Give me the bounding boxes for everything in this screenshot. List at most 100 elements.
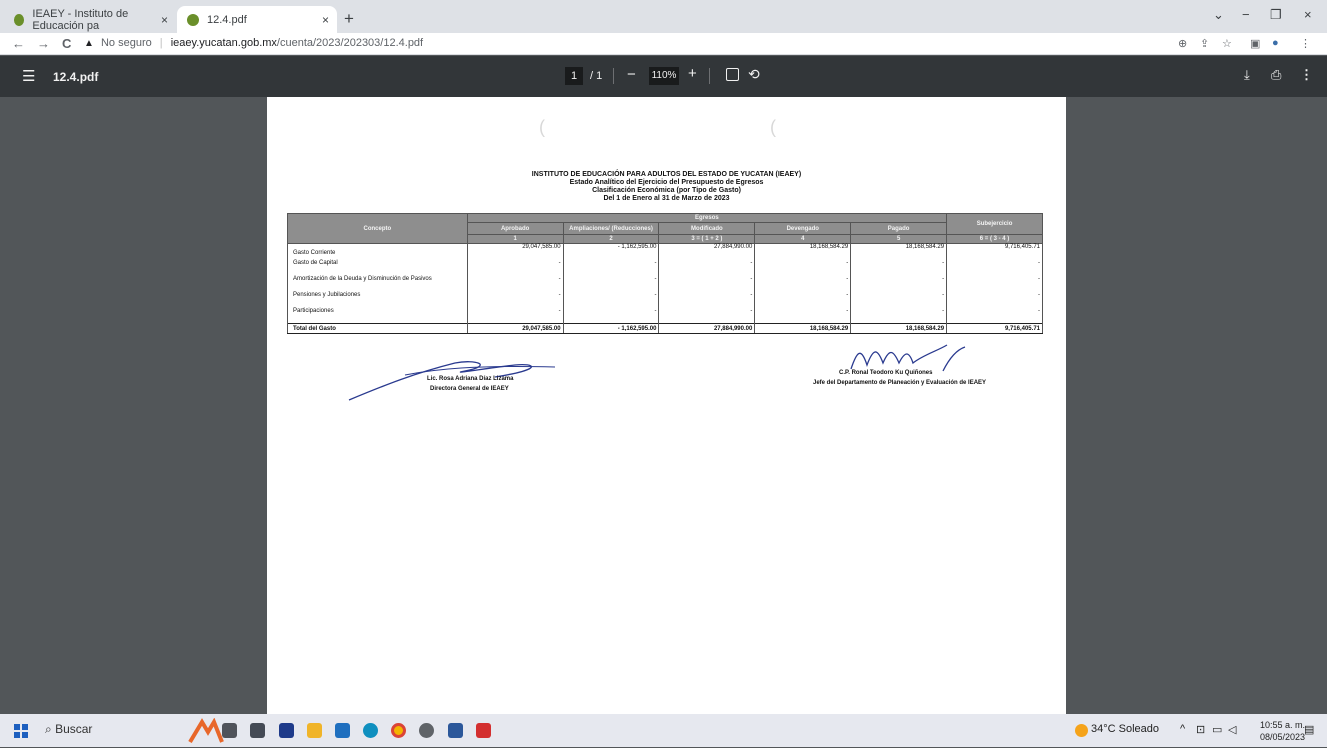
bookmark-star-icon[interactable]: ☆ — [1222, 37, 1232, 50]
cell: - — [658, 307, 756, 324]
signer-right-name: C.P. Ronal Teodoro Ku Quiñones — [839, 370, 933, 376]
document-period: Del 1 de Enero al 31 de Marzo de 2023 — [603, 195, 730, 202]
fit-page-icon[interactable] — [726, 68, 739, 81]
hole-punch-mark: ( — [539, 117, 545, 137]
cell: - — [850, 259, 948, 276]
search-highlight-icon[interactable] — [188, 717, 224, 744]
security-status[interactable]: No seguro — [101, 37, 152, 49]
cell: - — [658, 275, 756, 292]
hole-punch-mark: ( — [770, 117, 776, 137]
cell: 29,047,585.00 — [466, 243, 564, 260]
page-number-input[interactable]: 1 — [565, 67, 583, 85]
taskbar: ⌕ Buscar 34°C Soleado ^ ⊡ ▭ ◁ 10:55 a. m… — [0, 714, 1327, 747]
clock-time: 10:55 a. m. — [1260, 720, 1306, 730]
zoom-level-input[interactable]: 110% — [649, 67, 679, 85]
windows-start-icon[interactable] — [14, 724, 28, 738]
header-concepto: Concepto — [287, 213, 468, 244]
menu-icon[interactable]: ☰ — [22, 67, 35, 85]
more-actions-icon[interactable]: ⋮ — [1300, 67, 1313, 83]
cell: - — [754, 307, 852, 324]
table-row: Pensiones y Jubilaciones - - - - - - — [287, 291, 1043, 308]
header-modificado: Modificado — [658, 222, 756, 235]
reload-icon[interactable]: C — [62, 36, 71, 51]
share-icon[interactable]: ⇪ — [1200, 37, 1209, 50]
close-window-icon[interactable]: × — [1304, 7, 1312, 22]
acrobat-icon[interactable] — [476, 723, 491, 738]
browser-menu-icon[interactable]: ⋮ — [1300, 37, 1311, 50]
tab-pdf[interactable]: 12.4.pdf × — [177, 6, 337, 33]
row-concepto: Pensiones y Jubilaciones — [287, 291, 468, 308]
zoom-out-icon[interactable]: − — [627, 66, 636, 83]
header-aprobado: Aprobado — [466, 222, 564, 235]
chrome-icon[interactable] — [391, 723, 406, 738]
url-separator: | — [159, 37, 163, 49]
new-tab-icon[interactable]: + — [344, 9, 354, 29]
zoom-in-icon[interactable]: + — [688, 65, 697, 82]
cell: - — [466, 307, 564, 324]
side-panel-icon[interactable]: ▣ — [1250, 37, 1260, 50]
cell: - — [946, 275, 1043, 292]
table-row: Gasto Corriente 29,047,585.00 - 1,162,59… — [287, 243, 1043, 260]
taskbar-search[interactable]: ⌕ Buscar — [45, 722, 92, 737]
profile-icon[interactable]: ● — [1272, 37, 1279, 49]
tab-title: 12.4.pdf — [207, 13, 247, 26]
url-path: /cuenta/2023/202303/12.4.pdf — [276, 37, 424, 49]
document-subtitle: Clasificación Económica (por Tipo de Gas… — [592, 187, 741, 194]
header-devengado: Devengado — [754, 222, 852, 235]
cell: - — [562, 275, 660, 292]
word-icon[interactable] — [448, 723, 463, 738]
close-tab-icon[interactable]: × — [322, 13, 329, 27]
subheader: 6 = ( 3 - 4 ) — [946, 234, 1043, 244]
edge-icon[interactable] — [363, 723, 378, 738]
restore-icon[interactable]: ❐ — [1270, 7, 1282, 23]
file-explorer-icon[interactable] — [307, 723, 322, 738]
mail-icon[interactable] — [335, 723, 350, 738]
print-icon[interactable]: ⎙ — [1271, 67, 1281, 83]
total-cell: - 1,162,595.00 — [562, 323, 660, 334]
search-placeholder: Buscar — [55, 722, 93, 736]
total-cell: 9,716,405.71 — [946, 323, 1043, 334]
cell: 18,168,584.29 — [754, 243, 852, 260]
system-clock[interactable]: 10:55 a. m. 08/05/2023 — [1260, 719, 1305, 743]
ieaey-favicon-icon — [14, 13, 25, 26]
pdf-toolbar: ☰ 12.4.pdf 1 / 1 − 110% + ⟲ ⤓ ⎙ ⋮ — [0, 56, 1327, 97]
cell: - — [850, 275, 948, 292]
back-icon[interactable]: ← — [12, 36, 25, 51]
tab-search-icon[interactable]: ⌄ — [1213, 7, 1224, 23]
signer-left-role: Directora General de IEAEY — [430, 386, 509, 392]
subheader: 2 — [562, 234, 660, 244]
signer-right-role: Jefe del Departamento de Planeación y Ev… — [813, 380, 987, 386]
row-concepto: Gasto de Capital — [287, 259, 468, 276]
volume-icon[interactable]: ◁ — [1228, 723, 1236, 736]
cell: - — [754, 291, 852, 308]
store-icon[interactable] — [279, 723, 294, 738]
tab-ieaey[interactable]: IEAEY - Instituto de Educación pa × — [4, 6, 176, 33]
zoom-icon[interactable]: ⊕ — [1178, 37, 1187, 50]
cell: - — [946, 291, 1043, 308]
cell: - — [946, 307, 1043, 324]
display-icon[interactable]: ▭ — [1212, 723, 1222, 736]
header-pagado: Pagado — [850, 222, 948, 235]
row-concepto: Gasto Corriente — [287, 243, 468, 260]
row-concepto: Participaciones — [287, 307, 468, 324]
total-cell: 18,168,584.29 — [850, 323, 948, 334]
cell: 18,168,584.29 — [850, 243, 948, 260]
cell: - — [562, 259, 660, 276]
tray-expand-icon[interactable]: ^ — [1180, 723, 1185, 735]
calculator-icon[interactable] — [250, 723, 265, 738]
settings-gear-icon[interactable] — [419, 723, 434, 738]
task-view-icon[interactable] — [222, 723, 237, 738]
notifications-icon[interactable]: ▤ — [1304, 723, 1314, 736]
cell: 27,884,990.00 — [658, 243, 756, 260]
signer-left-name: Lic. Rosa Adriana Díaz Lizama — [427, 376, 514, 382]
network-icon[interactable]: ⊡ — [1196, 723, 1205, 736]
forward-icon[interactable]: → — [37, 36, 50, 51]
close-tab-icon[interactable]: × — [161, 13, 168, 27]
total-cell: 27,884,990.00 — [658, 323, 756, 334]
weather-status[interactable]: 34°C Soleado — [1091, 723, 1159, 735]
tab-title: IEAEY - Instituto de Educación pa — [32, 7, 129, 32]
url-field[interactable]: ▲ No seguro | ieaey.yucatan.gob.mx/cuent… — [84, 37, 423, 49]
minimize-icon[interactable]: − — [1242, 7, 1250, 22]
download-icon[interactable]: ⤓ — [1244, 67, 1250, 83]
rotate-icon[interactable]: ⟲ — [748, 66, 760, 83]
